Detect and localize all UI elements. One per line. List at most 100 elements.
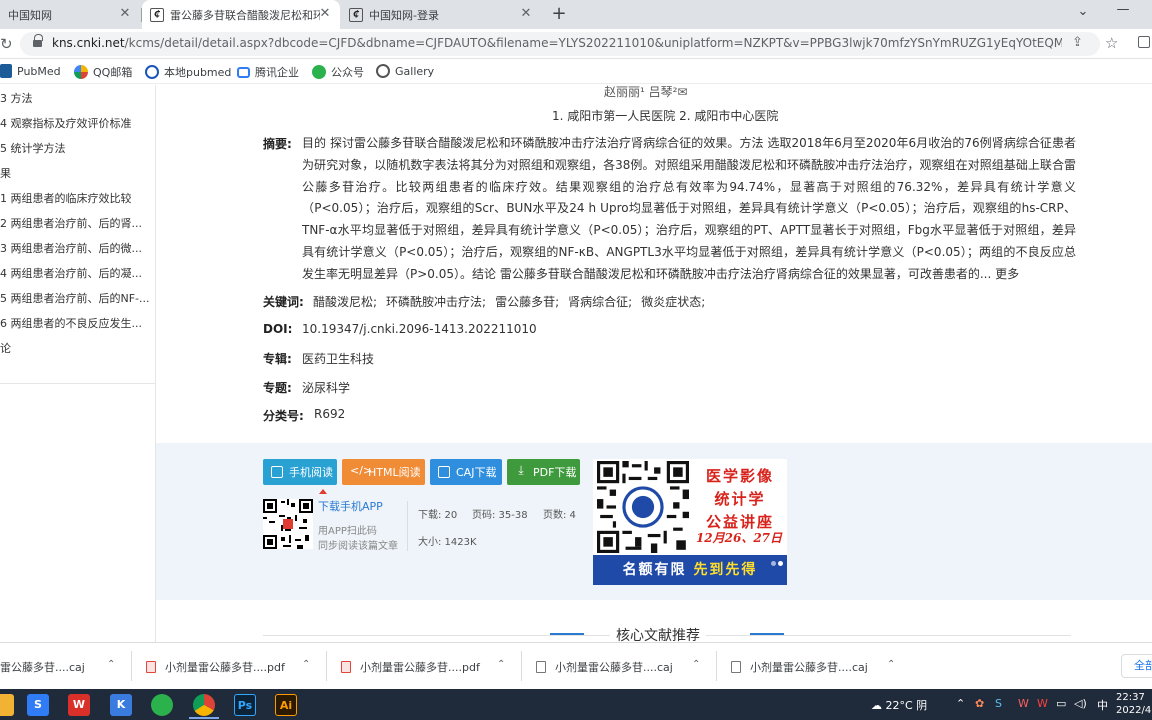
keyword-link[interactable]: 环磷酰胺冲击疗法;: [386, 295, 486, 309]
tray-w-icon[interactable]: W: [1037, 697, 1048, 710]
button-label: 手机阅读: [289, 466, 333, 479]
toc-item[interactable]: 1 两组患者的临床疗效比较: [0, 190, 150, 206]
toc-item[interactable]: 果: [0, 165, 150, 181]
new-tab-plus-icon[interactable]: +: [549, 4, 569, 24]
tray-chevron-up-icon[interactable]: ⌃: [956, 697, 965, 710]
download-item[interactable]: 小剂量雷公藤多苷....caj: [536, 659, 673, 675]
illustrator-icon[interactable]: Ai: [275, 694, 297, 716]
toc-item[interactable]: 3 方法: [0, 90, 150, 106]
chevron-up-icon[interactable]: ⌃: [692, 659, 700, 670]
bookmark-qqmail[interactable]: QQ邮箱: [74, 64, 132, 80]
download-app-link[interactable]: 下载手机APP: [318, 498, 383, 514]
author-line[interactable]: 赵丽丽¹ 吕琴²✉: [604, 83, 688, 100]
ime-indicator[interactable]: 中: [1097, 697, 1108, 713]
keyword-link[interactable]: 雷公藤多苷;: [495, 295, 559, 309]
html-read-button[interactable]: </> HTML阅读: [342, 459, 425, 485]
chevron-up-icon[interactable]: ⌃: [107, 659, 115, 670]
affiliations[interactable]: 1. 咸阳市第一人民医院 2. 咸阳市中心医院: [552, 107, 778, 124]
toc-item[interactable]: 4 两组患者治疗前、后的凝...: [0, 265, 150, 281]
promo-qr-code: [597, 461, 689, 553]
app-s-icon[interactable]: S: [27, 694, 49, 716]
download-count: 下载: 20: [418, 510, 458, 521]
share-icon[interactable]: ⇪: [1072, 35, 1083, 50]
bookmark-gallery[interactable]: Gallery: [376, 64, 434, 78]
chevron-up-icon[interactable]: ⌃: [497, 659, 505, 670]
address-bar[interactable]: kns.cnki.net/kcms/detail/detail.aspx?dbc…: [20, 32, 1100, 56]
tab-close-icon[interactable]: ✕: [118, 7, 132, 21]
url-text[interactable]: kns.cnki.net/kcms/detail/detail.aspx?dbc…: [52, 36, 1062, 50]
carousel-dot[interactable]: [771, 561, 776, 566]
bookmark-local-pubmed[interactable]: 本地pubmed: [145, 64, 231, 80]
download-item[interactable]: 小剂量雷公藤多苷....caj: [731, 659, 868, 675]
download-filename: 小剂量雷公藤多苷....pdf: [165, 661, 285, 674]
tab-cnki-login[interactable]: ₵ 中国知网-登录 ✕: [341, 0, 541, 29]
tab-close-icon[interactable]: ✕: [318, 7, 332, 21]
system-clock[interactable]: 22:37 2022/4: [1116, 691, 1151, 717]
doi-label: DOI:: [263, 322, 293, 336]
tray-app-icon[interactable]: ✿: [975, 697, 984, 710]
tab-search-chevron-icon[interactable]: ⌄: [1073, 4, 1093, 19]
app-k-icon[interactable]: K: [110, 694, 132, 716]
file-explorer-icon[interactable]: [0, 694, 14, 716]
doi-value[interactable]: 10.19347/j.cnki.2096-1413.202211010: [302, 322, 537, 336]
toc-item[interactable]: 5 两组患者治疗前、后的NF-...: [0, 290, 150, 306]
carousel-dot-active[interactable]: [778, 561, 783, 566]
bookmark-star-icon[interactable]: ☆: [1105, 34, 1118, 52]
volume-icon[interactable]: ◁): [1074, 697, 1087, 710]
lock-icon[interactable]: [33, 34, 43, 48]
wps-icon[interactable]: W: [68, 694, 90, 716]
photoshop-icon[interactable]: Ps: [234, 694, 256, 716]
weather-widget[interactable]: ☁ 22°C 阴: [871, 697, 927, 713]
network-icon[interactable]: ▭: [1056, 697, 1066, 710]
lecture-promo-banner[interactable]: 医学影像 统计学 公益讲座 12月26、27日 名额有限 先到先得: [593, 459, 787, 585]
chevron-up-icon[interactable]: ⌃: [887, 659, 895, 670]
keyword-link[interactable]: 微炎症状态;: [641, 295, 705, 309]
pdf-file-icon: [146, 661, 156, 673]
mobile-read-button[interactable]: 手机阅读: [263, 459, 337, 485]
tray-s-icon[interactable]: S: [995, 697, 1002, 710]
tab-article[interactable]: ₵ 雷公藤多苷联合醋酸泼尼松和环磷 ✕: [142, 0, 340, 29]
promo-footer-b: 先到先得: [693, 562, 758, 578]
toc-item[interactable]: 3 两组患者治疗前、后的微...: [0, 240, 150, 256]
bookmark-label: Gallery: [395, 64, 435, 78]
more-link[interactable]: 更多: [995, 267, 1019, 281]
app-qr-code: [263, 499, 313, 549]
show-all-downloads-button[interactable]: 全部: [1121, 654, 1152, 678]
bookmark-label: PubMed: [17, 64, 61, 78]
browser-toolbar: ↻ kns.cnki.net/kcms/detail/detail.aspx?d…: [0, 29, 1152, 59]
download-item[interactable]: 小剂量雷公藤多苷....pdf: [341, 659, 480, 675]
toc-item[interactable]: 6 两组患者的不良反应发生...: [0, 315, 150, 331]
wechat-icon[interactable]: [151, 694, 173, 716]
toc-item[interactable]: 4 观察指标及疗效评价标准: [0, 115, 150, 131]
download-filename: 小剂量雷公藤多苷....caj: [555, 661, 673, 674]
sidepanel-icon[interactable]: [1138, 36, 1150, 48]
tab-close-icon[interactable]: ✕: [519, 7, 533, 21]
caj-download-button[interactable]: CAJ下载: [430, 459, 502, 485]
toc-item[interactable]: 2 两组患者治疗前、后的肾...: [0, 215, 150, 231]
download-item[interactable]: 小剂量雷公藤多苷....pdf: [146, 659, 285, 675]
bookmark-pubmed[interactable]: PubMed: [0, 64, 61, 78]
cnki-icon: ₵: [349, 7, 363, 22]
toc-item[interactable]: 5 统计学方法: [0, 140, 150, 156]
bookmark-wechat-official[interactable]: 公众号: [312, 64, 364, 80]
clock-time: 22:37: [1116, 692, 1145, 703]
reload-icon[interactable]: ↻: [0, 35, 13, 53]
series-label: 专辑:: [263, 352, 292, 366]
phone-icon: [271, 466, 283, 478]
tray-wps-icon[interactable]: W: [1018, 697, 1029, 710]
class-value[interactable]: R692: [314, 407, 345, 421]
minimize-icon[interactable]: —: [1113, 2, 1133, 17]
chrome-icon[interactable]: [193, 694, 215, 716]
subject-value[interactable]: 泌尿科学: [302, 379, 350, 396]
promo-footer: 名额有限 先到先得: [593, 555, 787, 585]
chevron-up-icon[interactable]: ⌃: [302, 659, 310, 670]
download-item[interactable]: 雷公藤多苷....caj: [0, 659, 85, 675]
keyword-link[interactable]: 肾病综合征;: [568, 295, 632, 309]
tab-cnki-home[interactable]: 中国知网 ✕: [0, 0, 140, 29]
book-icon: [438, 466, 450, 478]
pdf-download-button[interactable]: ⤓ PDF下载: [507, 459, 580, 485]
file-icon: [536, 661, 546, 673]
keyword-link[interactable]: 醋酸泼尼松;: [313, 295, 377, 309]
toc-item[interactable]: 论: [0, 340, 150, 356]
bookmark-tencent-work[interactable]: 腾讯企业: [237, 64, 299, 80]
